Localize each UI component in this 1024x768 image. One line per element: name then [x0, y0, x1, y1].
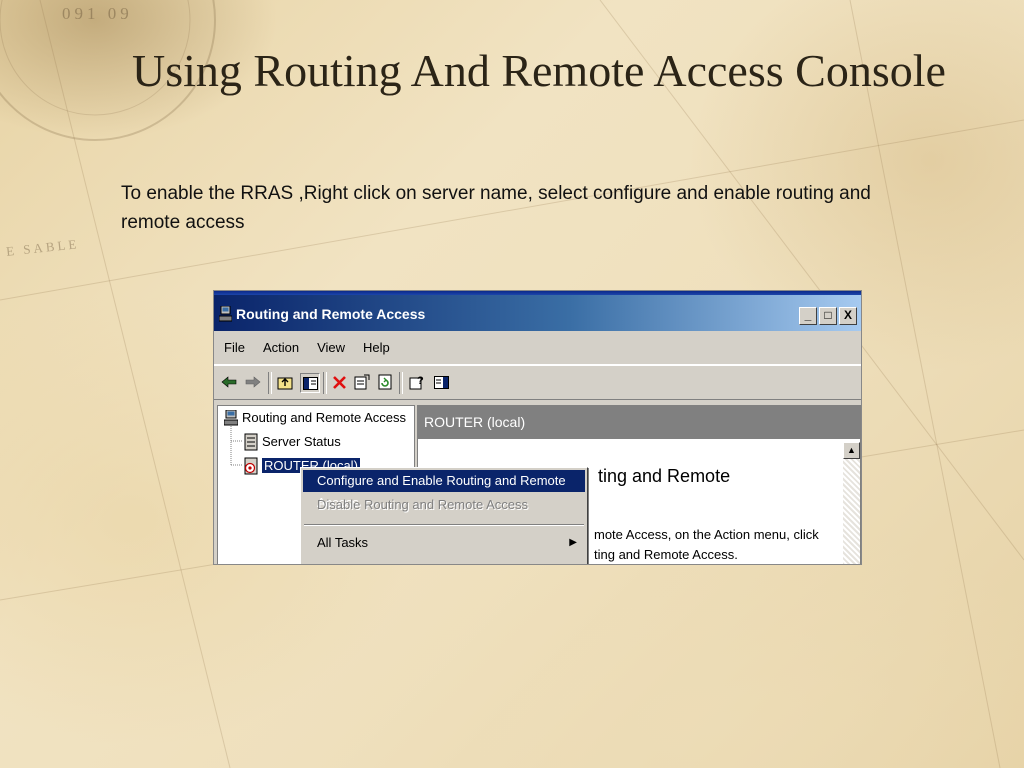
menu-disable-rras: Disable Routing and Remote Access	[317, 497, 529, 512]
details-scrollbar[interactable]: ▲	[843, 442, 860, 564]
menu-file[interactable]: File	[224, 340, 245, 355]
console-icon[interactable]	[432, 373, 450, 391]
slide-title: Using Routing And Remote Access Console	[132, 45, 946, 96]
details-pane-title: ROUTER (local)	[424, 414, 526, 430]
window-title: Routing and Remote Access	[236, 306, 426, 322]
scroll-up-button[interactable]: ▲	[843, 442, 860, 459]
context-menu: Configure and Enable Routing and Remote …	[300, 467, 588, 564]
back-arrow-icon[interactable]	[220, 373, 238, 391]
delete-icon[interactable]	[330, 373, 348, 391]
refresh-icon[interactable]	[376, 373, 394, 391]
details-pane-header: ROUTER (local)	[418, 406, 860, 439]
server-tree-icon	[224, 410, 238, 426]
up-folder-icon[interactable]	[276, 373, 294, 391]
details-heading: ting and Remote	[598, 466, 731, 486]
forward-arrow-icon[interactable]	[244, 373, 262, 391]
server-status-icon	[244, 433, 258, 451]
rras-console-window: Routing and Remote Access _ □ X File Act…	[214, 291, 861, 564]
show-hide-tree-icon[interactable]	[300, 373, 320, 393]
maximize-button[interactable]: □	[819, 307, 837, 325]
toolbar: ?	[214, 365, 861, 400]
title-bar[interactable]: Routing and Remote Access _ □ X	[214, 291, 861, 331]
details-text-line-1: mote Access, on the Action menu, click	[594, 527, 819, 542]
menu-all-tasks[interactable]: All Tasks ▶	[303, 532, 585, 554]
menu-bar: File Action View Help	[214, 331, 861, 365]
details-text-line-2: ting and Remote Access.	[594, 547, 738, 562]
minimize-button[interactable]: _	[799, 307, 817, 325]
background-compass-text: 091 09	[62, 4, 133, 23]
server-app-icon	[219, 306, 232, 322]
menu-separator	[304, 524, 584, 526]
submenu-arrow-icon: ▶	[569, 537, 577, 548]
help-icon[interactable]: ?	[408, 373, 426, 391]
menu-action[interactable]: Action	[263, 340, 299, 355]
svg-text:?: ?	[417, 375, 424, 387]
close-button[interactable]: X	[839, 307, 857, 325]
menu-help[interactable]: Help	[363, 340, 390, 355]
router-server-icon	[244, 457, 258, 475]
tree-item-server-status[interactable]: Server Status	[262, 434, 341, 449]
tree-root-item[interactable]: Routing and Remote Access	[242, 410, 406, 425]
properties-icon[interactable]	[353, 373, 371, 391]
menu-configure-enable-rras[interactable]: Configure and Enable Routing and Remote …	[303, 470, 585, 510]
menu-view[interactable]: View	[317, 340, 345, 355]
slide-body-text: To enable the RRAS ,Right click on serve…	[121, 183, 871, 233]
